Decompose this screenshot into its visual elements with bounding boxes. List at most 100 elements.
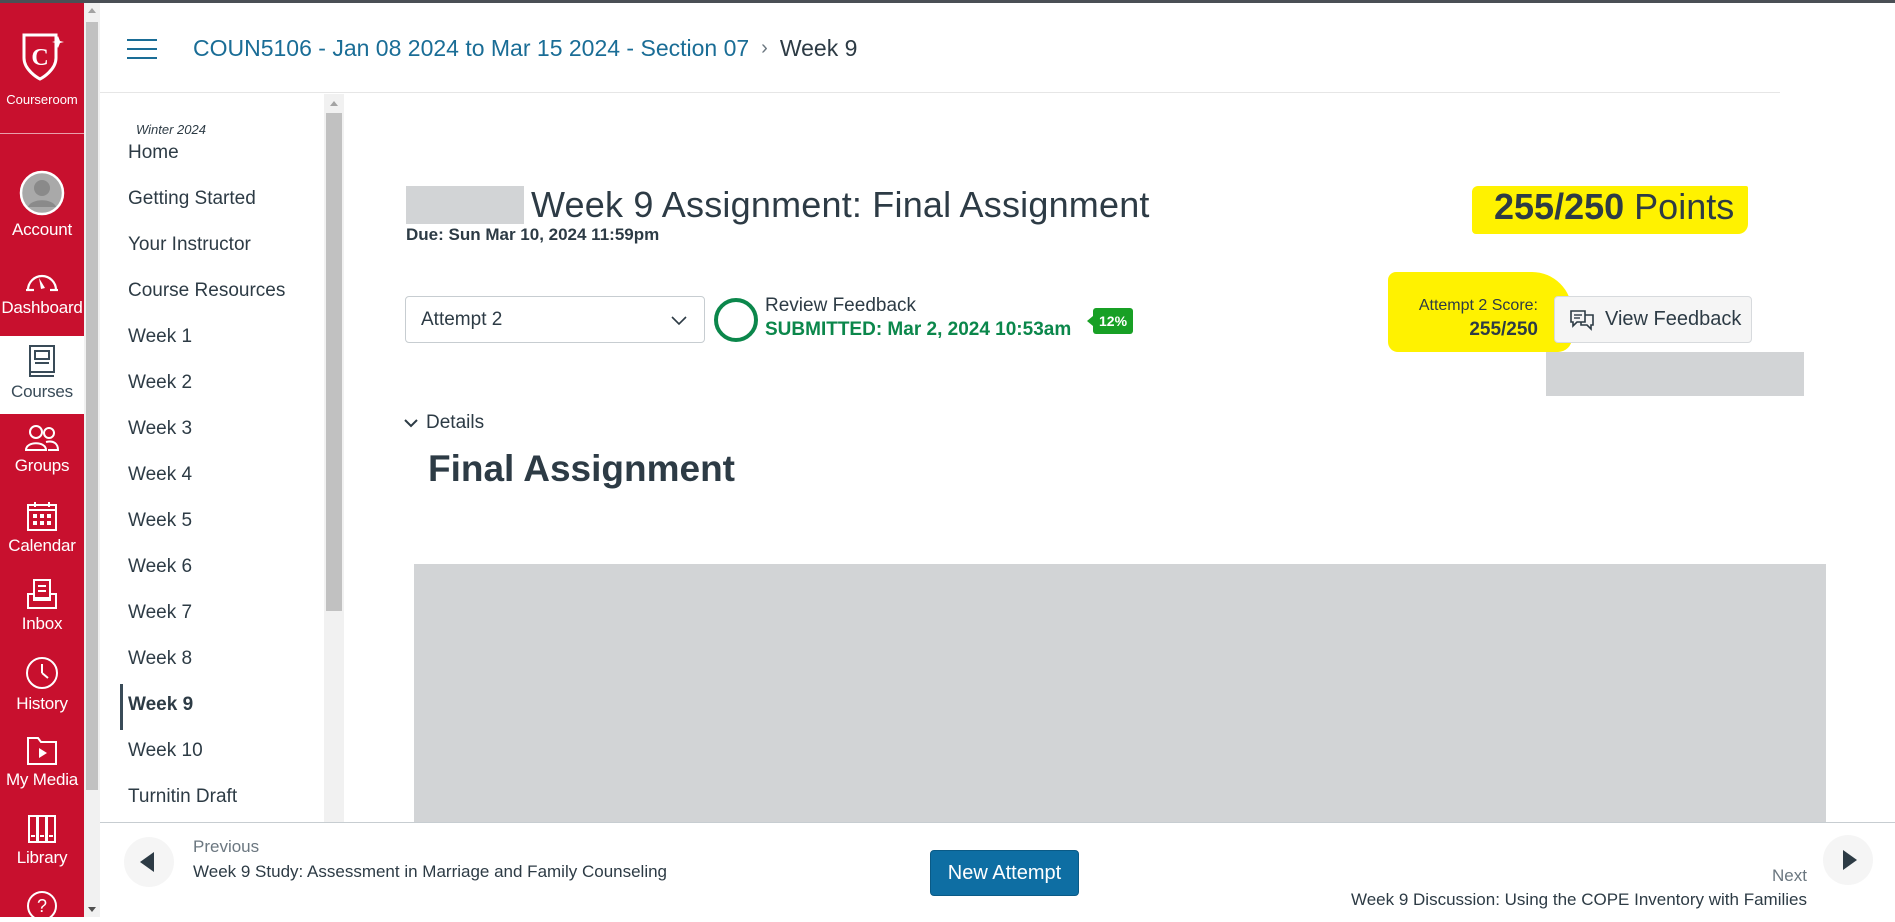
next-item-link[interactable]: Week 9 Discussion: Using the COPE Invent… — [1351, 890, 1807, 910]
arrow-left-icon — [140, 852, 154, 872]
page-header: COUN5106 - Jan 08 2024 to Mar 15 2024 - … — [100, 3, 1780, 93]
assignment-title: Week 9 Assignment: Final Assignment — [531, 184, 1150, 225]
breadcrumb-course-link[interactable]: COUN5106 - Jan 08 2024 to Mar 15 2024 - … — [193, 35, 749, 62]
view-feedback-button[interactable]: View Feedback — [1554, 296, 1752, 343]
next-label: Next — [1772, 866, 1807, 885]
previous-label: Previous — [193, 837, 260, 856]
term-label: Winter 2024 — [136, 122, 206, 137]
courseroom-logo-link[interactable]: C Courseroom — [0, 0, 84, 134]
previous-button[interactable] — [124, 837, 174, 887]
global-nav-label: Groups — [14, 456, 70, 475]
points-score: 255/250 — [1494, 186, 1625, 227]
course-nav-item[interactable]: Your Instructor — [128, 234, 251, 256]
page-scrollbar[interactable] — [84, 0, 100, 917]
global-nav-calendar[interactable]: Calendar — [0, 500, 84, 556]
global-nav-history[interactable]: History — [0, 656, 84, 714]
logo-label: Courseroom — [6, 92, 78, 107]
submitted-status: SUBMITTED: Mar 2, 2024 10:53am — [765, 319, 1072, 340]
course-nav-item[interactable]: Week 5 — [128, 510, 192, 532]
inbox-icon — [27, 579, 57, 609]
course-nav-item[interactable]: Week 2 — [128, 372, 192, 394]
new-attempt-button[interactable]: New Attempt — [930, 850, 1079, 896]
attempt-score-label: Attempt 2 Score: — [1418, 297, 1538, 314]
course-nav-item[interactable]: Week 9 — [128, 694, 193, 716]
history-clock-icon — [26, 657, 58, 689]
global-navigation: C Courseroom Account Dashboard Courses G… — [0, 0, 84, 921]
view-feedback-label: View Feedback — [1605, 308, 1742, 330]
svg-text:?: ? — [37, 896, 47, 916]
similarity-score-badge[interactable]: 12% — [1086, 308, 1134, 334]
breadcrumb-current: Week 9 — [779, 35, 858, 61]
global-nav-my-media[interactable]: My Media — [0, 736, 84, 790]
active-indicator — [120, 684, 123, 730]
global-nav-label: Library — [16, 848, 68, 867]
redacted-block — [406, 186, 524, 224]
window-top-edge — [0, 0, 1895, 3]
details-label: Details — [426, 412, 485, 433]
svg-text:C: C — [31, 45, 48, 71]
global-nav-label: Account — [11, 220, 73, 239]
arrow-right-icon — [1843, 850, 1857, 870]
hamburger-menu-button[interactable] — [127, 39, 157, 61]
global-nav-groups[interactable]: Groups — [0, 424, 84, 476]
assignment-title-row: Week 9 Assignment: Final Assignment — [406, 184, 1150, 226]
scroll-up-arrow-icon[interactable] — [330, 101, 338, 106]
scrollbar-thumb[interactable] — [86, 22, 98, 790]
hamburger-line — [127, 57, 157, 59]
course-navigation: Winter 2024 Home Getting Started Your Inst… — [100, 94, 344, 822]
review-feedback-link[interactable]: Review Feedback — [765, 295, 916, 317]
global-nav-courses[interactable]: Courses — [0, 336, 84, 414]
course-nav-item[interactable]: Week 7 — [128, 602, 192, 624]
course-nav-item[interactable]: Getting Started — [128, 188, 256, 210]
breadcrumb: COUN5106 - Jan 08 2024 to Mar 15 2024 - … — [193, 35, 857, 62]
course-nav-item[interactable]: Week 4 — [128, 464, 192, 486]
redacted-content-area — [414, 564, 1826, 824]
scrollbar-thumb[interactable] — [326, 113, 342, 611]
hamburger-line — [127, 48, 157, 50]
global-nav-label: Inbox — [21, 614, 63, 633]
next-button[interactable] — [1823, 835, 1873, 885]
scroll-down-arrow-icon[interactable] — [88, 907, 96, 912]
due-date: Due: Sun Mar 10, 2024 11:59pm — [406, 225, 660, 244]
global-nav-account[interactable]: Account — [0, 170, 84, 240]
scroll-up-arrow-icon[interactable] — [88, 8, 96, 13]
course-nav-item[interactable]: Week 1 — [128, 326, 192, 348]
help-question-icon: ? — [27, 891, 57, 921]
dashboard-gauge-icon — [26, 274, 58, 292]
global-nav-label: History — [16, 694, 68, 713]
course-nav-item[interactable]: Home — [128, 142, 179, 164]
attempt-select[interactable]: Attempt 2 — [405, 296, 705, 343]
global-nav-label: Courses — [11, 382, 73, 401]
global-nav-library[interactable]: Library — [0, 814, 84, 868]
media-folder-play-icon — [27, 737, 57, 765]
global-nav-label: Calendar — [8, 536, 76, 555]
sequence-footer: Previous Week 9 Study: Assessment in Mar… — [100, 822, 1895, 917]
course-nav-item[interactable]: Week 6 — [128, 556, 192, 578]
course-nav-item[interactable]: Week 3 — [128, 418, 192, 440]
course-nav-item[interactable]: Week 10 — [128, 740, 203, 762]
points-display: 255/250 Points — [1494, 186, 1734, 228]
breadcrumb-separator-icon: › — [761, 37, 768, 59]
shield-logo-icon: C — [22, 33, 64, 81]
course-nav-item[interactable]: Week 8 — [128, 648, 192, 670]
course-nav-item[interactable]: Turnitin Draft — [128, 786, 237, 808]
global-nav-dashboard[interactable]: Dashboard — [0, 266, 84, 318]
account-avatar-icon — [19, 170, 65, 216]
hamburger-line — [127, 39, 157, 41]
previous-item-link[interactable]: Week 9 Study: Assessment in Marriage and… — [193, 862, 667, 882]
global-nav-label: My Media — [5, 770, 79, 789]
global-nav-label: Dashboard — [1, 298, 83, 317]
library-books-icon — [28, 815, 56, 843]
groups-people-icon — [24, 425, 60, 451]
global-nav-help[interactable]: ? — [0, 890, 84, 922]
details-toggle[interactable]: Details — [404, 412, 484, 434]
chevron-down-icon — [404, 419, 418, 428]
course-nav-item[interactable]: Course Resources — [128, 280, 285, 302]
global-nav-inbox[interactable]: Inbox — [0, 578, 84, 634]
calendar-icon — [27, 502, 57, 531]
attempt-select-value: Attempt 2 — [421, 308, 503, 330]
redacted-block — [1546, 352, 1804, 396]
course-nav-scrollbar[interactable] — [324, 94, 344, 822]
feedback-comments-icon — [1570, 309, 1594, 331]
chevron-down-icon — [671, 316, 687, 326]
